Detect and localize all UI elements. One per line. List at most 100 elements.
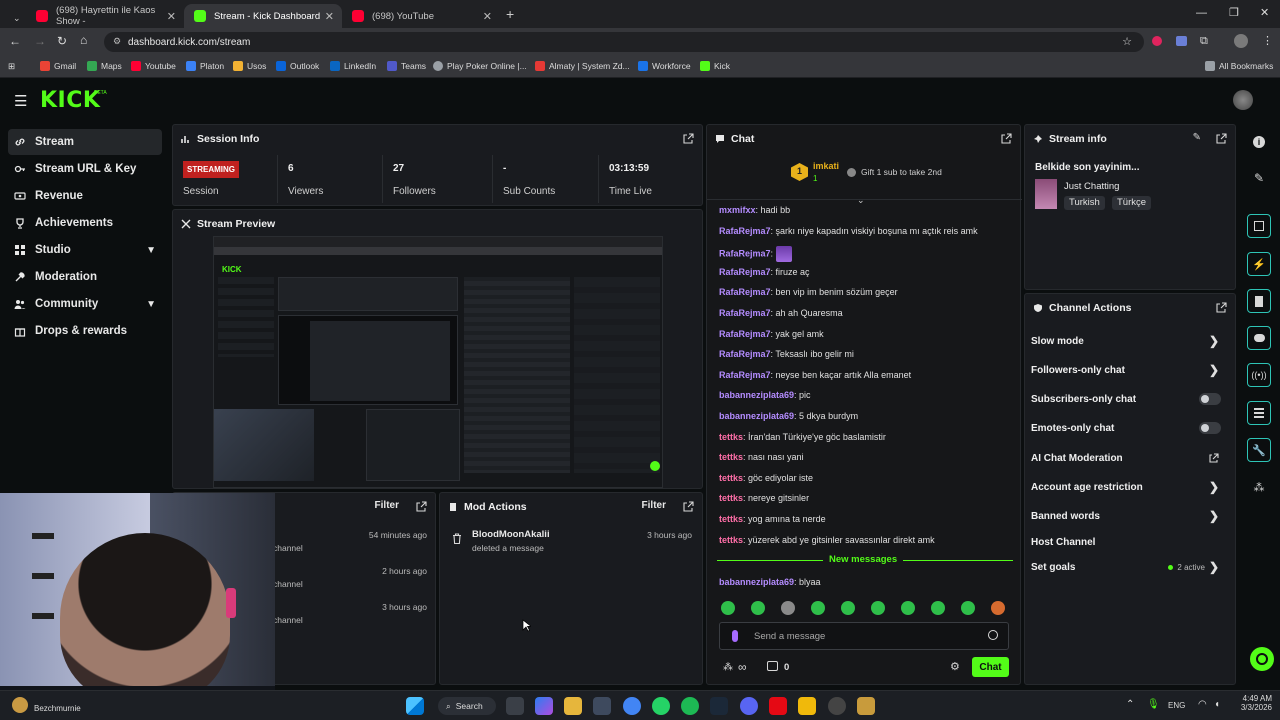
chat-username[interactable]: RafaRejma7: [719, 226, 771, 236]
bookmark-kick[interactable]: Kick: [700, 61, 730, 71]
chat-username[interactable]: RafaRejma7: [719, 308, 771, 318]
stream-preview-video[interactable]: KICK: [213, 236, 663, 488]
chat-username[interactable]: mxmifxx: [719, 205, 756, 215]
bookmark-star-icon[interactable]: ☆: [1122, 35, 1132, 48]
close-tab-icon[interactable]: ✕: [483, 10, 492, 23]
close-tab-icon[interactable]: ✕: [325, 10, 334, 23]
popout-icon[interactable]: [683, 501, 694, 512]
tab-search-button[interactable]: ⌄: [6, 6, 28, 30]
bookmark-gmail[interactable]: Gmail: [40, 61, 76, 71]
chat-username[interactable]: tettks: [719, 535, 743, 545]
sidebar-item-drops-rewards[interactable]: Drops & rewards: [8, 318, 162, 344]
chat-username[interactable]: RafaRejma7: [719, 267, 771, 277]
emote-button[interactable]: [991, 601, 1005, 615]
minimize-button[interactable]: —: [1196, 7, 1207, 19]
address-bar[interactable]: ⚙ dashboard.kick.com/stream ☆: [104, 32, 1144, 52]
slow-mode-action[interactable]: Slow mode ❯: [1031, 327, 1229, 355]
gift-box-icon[interactable]: [767, 661, 778, 671]
discord-icon[interactable]: [740, 697, 758, 715]
community-button[interactable]: ⁂: [1244, 474, 1274, 500]
emote-button[interactable]: [841, 601, 855, 615]
file-explorer-icon[interactable]: [564, 697, 582, 715]
list-button[interactable]: [1244, 400, 1274, 426]
obs-icon[interactable]: [828, 697, 846, 715]
sidebar-item-moderation[interactable]: Moderation: [8, 264, 162, 290]
chat-username[interactable]: babanneziplata69: [719, 411, 794, 421]
tray-microphone-icon[interactable]: 🎙: [1147, 699, 1160, 710]
sidebar-item-community[interactable]: Community ▼: [8, 291, 162, 317]
broadcast-button[interactable]: ((•)): [1244, 362, 1274, 388]
taskbar-clock[interactable]: 4:49 AM 3/3/2026: [1232, 694, 1272, 712]
binance-icon[interactable]: [798, 697, 816, 715]
edit-icon[interactable]: ✎: [1244, 165, 1274, 191]
apps-grid-icon[interactable]: ⊞: [8, 61, 15, 72]
chat-username[interactable]: babanneziplata69: [719, 390, 794, 400]
bookmark-poker[interactable]: Play Poker Online |...: [433, 61, 527, 71]
emotes-only-toggle[interactable]: [1199, 422, 1221, 434]
translate-extension-icon[interactable]: [1176, 36, 1187, 46]
restore-button[interactable]: ❐: [1229, 6, 1239, 19]
bolt-button[interactable]: ⚡: [1244, 251, 1274, 277]
windows-start-icon[interactable]: [406, 697, 424, 715]
hamburger-menu-icon[interactable]: ☰: [14, 92, 27, 110]
tab-youtube-2[interactable]: (698) YouTube ✕: [342, 4, 500, 28]
mod-action-user[interactable]: BloodMoonAkalii: [472, 529, 550, 540]
followers-only-action[interactable]: Followers-only chat ❯: [1031, 356, 1229, 384]
category-name[interactable]: Just Chatting: [1064, 181, 1119, 192]
emote-button[interactable]: [931, 601, 945, 615]
bookmark-usos[interactable]: Usos: [233, 61, 266, 71]
back-icon[interactable]: ←: [9, 34, 21, 48]
sidebar-item-studio[interactable]: Studio ▼: [8, 237, 162, 263]
chat-username[interactable]: tettks: [719, 432, 743, 442]
microphone-icon[interactable]: [732, 630, 738, 642]
bookmark-teams[interactable]: Teams: [387, 61, 426, 71]
store-icon[interactable]: [593, 697, 611, 715]
expand-chevron-icon[interactable]: ⌄: [857, 195, 865, 206]
spotify-icon[interactable]: [681, 697, 699, 715]
popout-icon[interactable]: [683, 133, 694, 144]
wifi-icon[interactable]: ◠: [1198, 699, 1207, 710]
emote-button[interactable]: [751, 601, 765, 615]
emote-button[interactable]: [781, 601, 795, 615]
tray-chevron-icon[interactable]: ⌃: [1126, 699, 1134, 710]
bookmark-maps[interactable]: Maps: [87, 61, 122, 71]
copilot-icon[interactable]: [535, 697, 553, 715]
activity-filter-button[interactable]: Filter: [375, 500, 399, 511]
all-bookmarks-folder[interactable]: All Bookmarks: [1205, 61, 1273, 71]
emote-button[interactable]: [901, 601, 915, 615]
emotes-only-action[interactable]: Emotes-only chat: [1031, 414, 1229, 442]
send-chat-button[interactable]: Chat: [972, 657, 1009, 677]
bookmark-linkedin[interactable]: LinkedIn: [330, 61, 376, 71]
tab-kick-dashboard[interactable]: Stream - Kick Dashboard ✕: [184, 4, 342, 28]
emote-button[interactable]: [871, 601, 885, 615]
document-button[interactable]: [1244, 288, 1274, 314]
emote-button[interactable]: [811, 601, 825, 615]
sidebar-item-revenue[interactable]: Revenue: [8, 183, 162, 209]
subscribers-only-toggle[interactable]: [1199, 393, 1221, 405]
subscribers-only-action[interactable]: Subscribers-only chat: [1031, 385, 1229, 413]
sidebar-item-stream-url-key[interactable]: Stream URL & Key: [8, 156, 162, 182]
chrome-icon[interactable]: [623, 697, 641, 715]
chat-username[interactable]: babanneziplata69: [719, 577, 794, 587]
chat-username[interactable]: tettks: [719, 514, 743, 524]
mod-tools-button[interactable]: 🔧: [1244, 437, 1274, 463]
bookmark-workforce[interactable]: Workforce: [638, 61, 691, 71]
league-icon[interactable]: [857, 697, 875, 715]
steam-icon[interactable]: [710, 697, 728, 715]
taskbar-search[interactable]: ⌕ Search: [438, 697, 496, 715]
gift-sub-button[interactable]: Gift 1 sub to take 2nd: [847, 167, 942, 177]
volume-icon[interactable]: ◖: [1214, 699, 1220, 710]
new-tab-button[interactable]: +: [506, 6, 514, 22]
support-button[interactable]: [1250, 647, 1274, 671]
popout-icon[interactable]: [1216, 133, 1227, 144]
banned-words-action[interactable]: Banned words ❯: [1031, 502, 1229, 530]
chat-username[interactable]: tettks: [719, 473, 743, 483]
chat-username[interactable]: RafaRejma7: [719, 370, 771, 380]
host-channel-action[interactable]: Host Channel: [1031, 528, 1229, 556]
bookmark-outlook[interactable]: Outlook: [276, 61, 319, 71]
chat-button[interactable]: [1244, 325, 1274, 351]
netflix-icon[interactable]: [769, 697, 787, 715]
chat-username[interactable]: RafaRejma7: [719, 249, 771, 259]
profile-avatar[interactable]: [1234, 34, 1248, 48]
chat-username[interactable]: tettks: [719, 452, 743, 462]
